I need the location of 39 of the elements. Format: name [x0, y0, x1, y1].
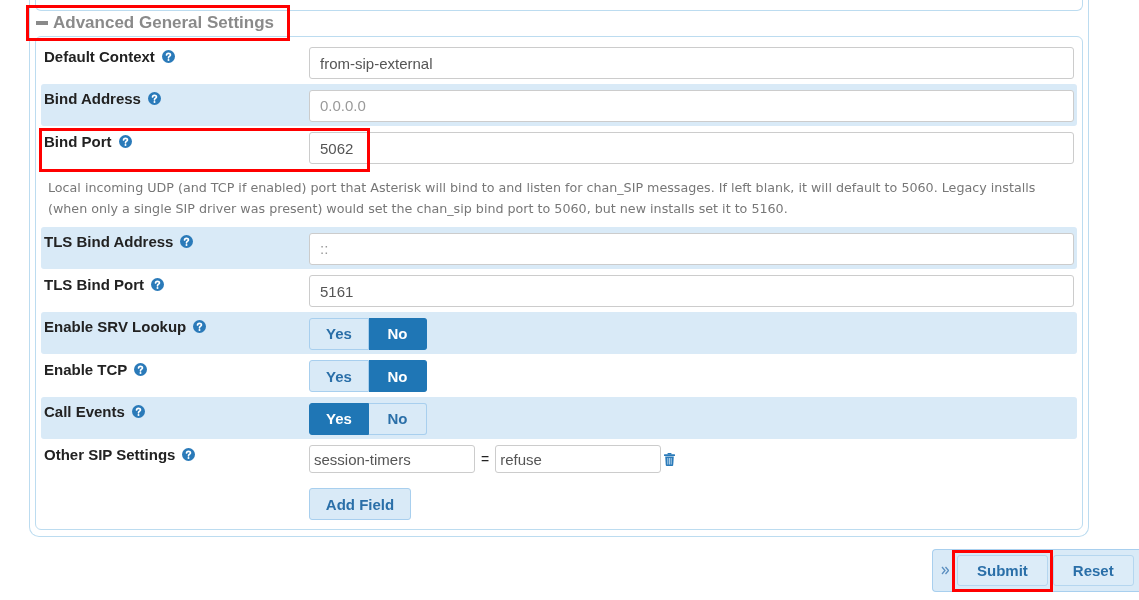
text-input[interactable]: 5062 — [309, 132, 1074, 164]
field-label: Call Events — [44, 403, 125, 420]
help-icon[interactable] — [180, 235, 194, 248]
help-icon[interactable] — [134, 362, 148, 376]
help-icon[interactable] — [151, 277, 164, 291]
field-label: Enable SRV Lookup — [44, 318, 187, 335]
text-input[interactable]: :: — [309, 232, 1074, 265]
submit-button[interactable]: Submit — [957, 554, 1048, 586]
toggle-option[interactable]: No — [369, 402, 427, 435]
field-label: Bind Address — [44, 90, 141, 107]
help-icon[interactable] — [118, 134, 132, 148]
field-label: Default Context — [44, 47, 155, 65]
help-icon[interactable] — [193, 320, 207, 333]
help-icon[interactable] — [182, 447, 196, 461]
text-input[interactable]: from-sip-external — [309, 47, 1074, 79]
double-chevron-icon[interactable] — [941, 565, 949, 575]
value-input[interactable]: refuse — [495, 445, 662, 473]
toggle-option[interactable]: Yes — [309, 402, 369, 435]
field-label: Other SIP Settings — [44, 445, 176, 463]
field-label: Bind Port — [44, 132, 112, 150]
help-icon[interactable] — [161, 49, 175, 63]
add-field-button[interactable]: Add Field — [309, 488, 411, 520]
toggle-option[interactable]: Yes — [309, 317, 369, 350]
key-input[interactable]: session-timers — [309, 445, 475, 473]
toggle-option[interactable]: Yes — [309, 360, 369, 392]
field-label: TLS Bind Port — [44, 275, 144, 293]
toggle-option[interactable]: No — [369, 360, 427, 392]
trash-icon[interactable] — [664, 452, 676, 466]
help-icon[interactable] — [131, 405, 145, 418]
field-label: TLS Bind Address — [44, 233, 174, 250]
equals-sign: = — [481, 451, 490, 467]
help-icon[interactable] — [147, 92, 161, 105]
toggle-option[interactable]: No — [369, 317, 427, 350]
text-input[interactable]: 0.0.0.0 — [309, 89, 1074, 122]
section-title[interactable]: Advanced General Settings — [53, 13, 275, 33]
reset-button[interactable]: Reset — [1052, 554, 1134, 586]
help-text: Local incoming UDP (and TCP if enabled) port that Asterisk will bind to and listen for chan_SIP messages. If left blank, it will default to 5060. Legacy installs (when only a single SIP driver was present) would set the chan_sip bind port to 5060, but new installs set it to 5160. — [47, 178, 1037, 218]
field-label: Enable TCP — [44, 360, 128, 378]
text-input[interactable]: 5161 — [309, 275, 1074, 307]
